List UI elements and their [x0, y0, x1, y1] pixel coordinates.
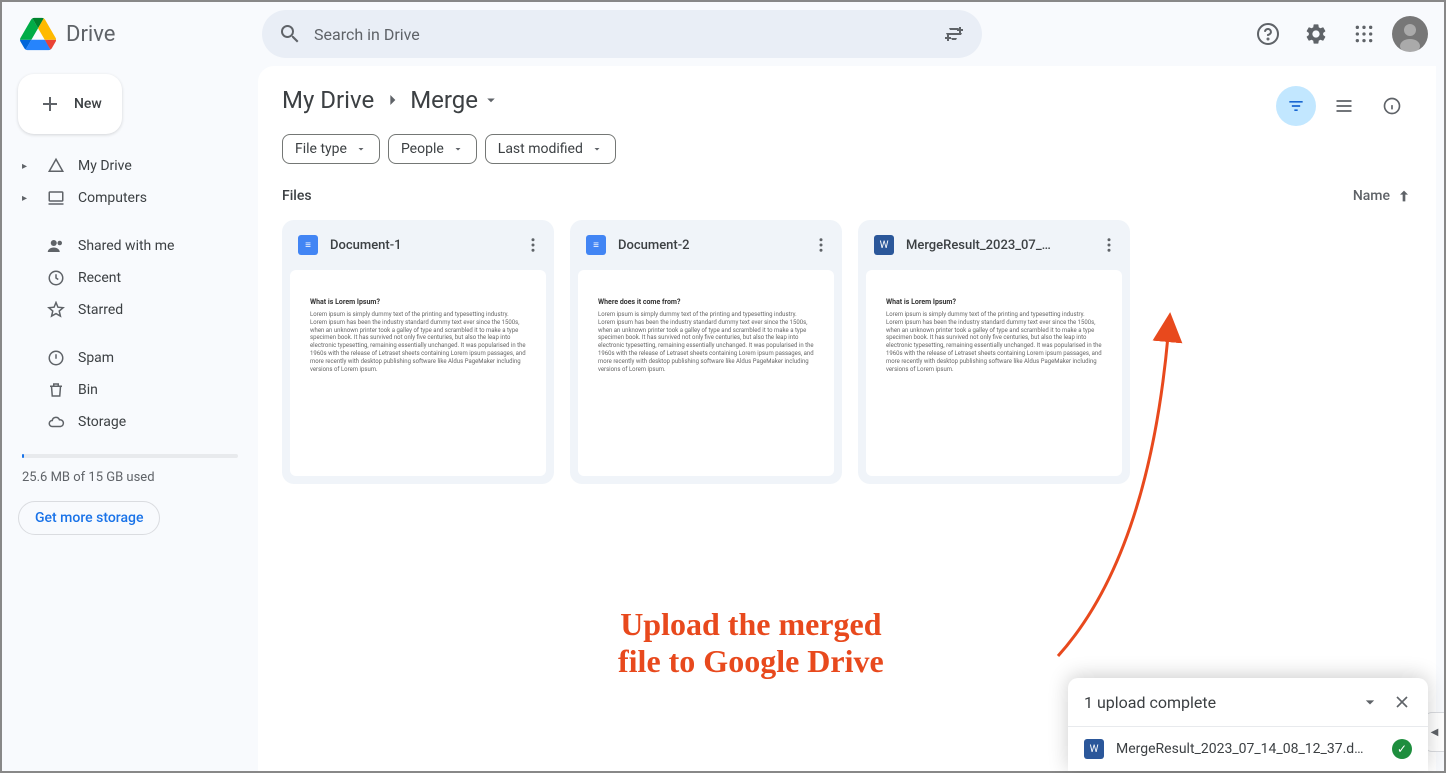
file-name: Document-2 — [618, 238, 796, 253]
chevron-down-icon — [355, 143, 367, 155]
section-label: Files — [282, 188, 312, 204]
word-file-icon: W — [1084, 739, 1104, 759]
success-check-icon: ✓ — [1392, 739, 1412, 759]
storage-bar — [22, 454, 238, 458]
sidebar-item-label: Shared with me — [78, 238, 174, 254]
search-options-icon[interactable] — [942, 22, 966, 46]
file-card[interactable]: ≡ Document-2 Where does it come from? Lo… — [570, 220, 842, 484]
file-preview: What is Lorem Ipsum? Lorem ipsum is simp… — [290, 270, 546, 476]
chevron-right-icon: ▸ — [22, 161, 34, 172]
sidebar-item-computers[interactable]: ▸ Computers — [18, 182, 242, 214]
drive-folder-icon — [46, 157, 66, 175]
chevron-right-icon — [382, 90, 402, 110]
sidebar-item-my-drive[interactable]: ▸ My Drive — [18, 150, 242, 182]
info-icon[interactable] — [1372, 86, 1412, 126]
search-icon — [278, 22, 302, 46]
sidebar-item-label: My Drive — [78, 158, 132, 174]
search-bar[interactable] — [262, 10, 982, 58]
chevron-right-icon: ▸ — [22, 193, 34, 204]
star-icon — [46, 301, 66, 319]
arrow-up-icon — [1396, 188, 1412, 204]
file-card[interactable]: ≡ Document-1 What is Lorem Ipsum? Lorem … — [282, 220, 554, 484]
annotation-text: Upload the merged file to Google Drive — [618, 606, 884, 680]
sidebar-item-label: Computers — [78, 190, 147, 206]
toast-title: 1 upload complete — [1084, 693, 1216, 712]
breadcrumb: My Drive Merge — [282, 86, 1412, 114]
file-more-icon[interactable] — [520, 232, 546, 258]
new-button-label: New — [74, 96, 102, 112]
sidebar-item-spam[interactable]: Spam — [18, 342, 242, 374]
account-avatar[interactable] — [1392, 16, 1428, 52]
file-more-icon[interactable] — [1096, 232, 1122, 258]
upload-toast: 1 upload complete W MergeResult_2023_07_… — [1068, 678, 1428, 771]
storage-cta-button[interactable]: Get more storage — [18, 501, 160, 535]
clock-icon — [46, 269, 66, 287]
word-file-icon: W — [874, 235, 894, 255]
file-name: MergeResult_2023_07_… — [906, 238, 1084, 253]
search-input[interactable] — [314, 25, 930, 44]
sidebar-item-label: Storage — [78, 414, 126, 430]
sidebar-item-label: Recent — [78, 270, 121, 286]
sidebar-item-shared[interactable]: Shared with me — [18, 230, 242, 262]
chevron-down-icon — [591, 143, 603, 155]
storage-text: 25.6 MB of 15 GB used — [18, 466, 242, 489]
new-button[interactable]: New — [18, 74, 122, 134]
help-icon[interactable] — [1248, 14, 1288, 54]
chevron-down-icon — [482, 91, 500, 109]
drive-logo[interactable] — [18, 14, 58, 54]
sidebar-item-storage[interactable]: Storage — [18, 406, 242, 438]
file-preview: What is Lorem Ipsum? Lorem ipsum is simp… — [866, 270, 1122, 476]
sidebar-item-starred[interactable]: Starred — [18, 294, 242, 326]
file-name: Document-1 — [330, 238, 508, 253]
sidebar-item-bin[interactable]: Bin — [18, 374, 242, 406]
toast-collapse-icon[interactable] — [1360, 692, 1380, 712]
filter-people[interactable]: People — [388, 134, 477, 164]
file-preview: Where does it come from? Lorem ipsum is … — [578, 270, 834, 476]
toast-item-name: MergeResult_2023_07_14_08_12_37.d… — [1116, 741, 1380, 757]
cloud-icon — [46, 413, 66, 431]
filter-last-modified[interactable]: Last modified — [485, 134, 616, 164]
sidebar-item-recent[interactable]: Recent — [18, 262, 242, 294]
chevron-down-icon — [452, 143, 464, 155]
sidebar-item-label: Bin — [78, 382, 98, 398]
file-card[interactable]: W MergeResult_2023_07_… What is Lorem Ip… — [858, 220, 1130, 484]
list-view-icon[interactable] — [1324, 86, 1364, 126]
app-name[interactable]: Drive — [66, 22, 115, 47]
sidebar-item-label: Starred — [78, 302, 123, 318]
toast-item[interactable]: W MergeResult_2023_07_14_08_12_37.d… ✓ — [1068, 726, 1428, 771]
people-icon — [46, 237, 66, 255]
computer-icon — [46, 189, 66, 207]
docs-file-icon: ≡ — [586, 235, 606, 255]
sort-control[interactable]: Name — [1353, 188, 1412, 204]
docs-file-icon: ≡ — [298, 235, 318, 255]
filter-file-type[interactable]: File type — [282, 134, 380, 164]
breadcrumb-current[interactable]: Merge — [410, 86, 500, 114]
apps-icon[interactable] — [1344, 14, 1384, 54]
settings-icon[interactable] — [1296, 14, 1336, 54]
trash-icon — [46, 381, 66, 399]
sidebar-item-label: Spam — [78, 350, 114, 366]
spam-icon — [46, 349, 66, 367]
filter-view-icon[interactable] — [1276, 86, 1316, 126]
toast-close-icon[interactable] — [1392, 692, 1412, 712]
file-more-icon[interactable] — [808, 232, 834, 258]
breadcrumb-parent[interactable]: My Drive — [282, 86, 374, 114]
